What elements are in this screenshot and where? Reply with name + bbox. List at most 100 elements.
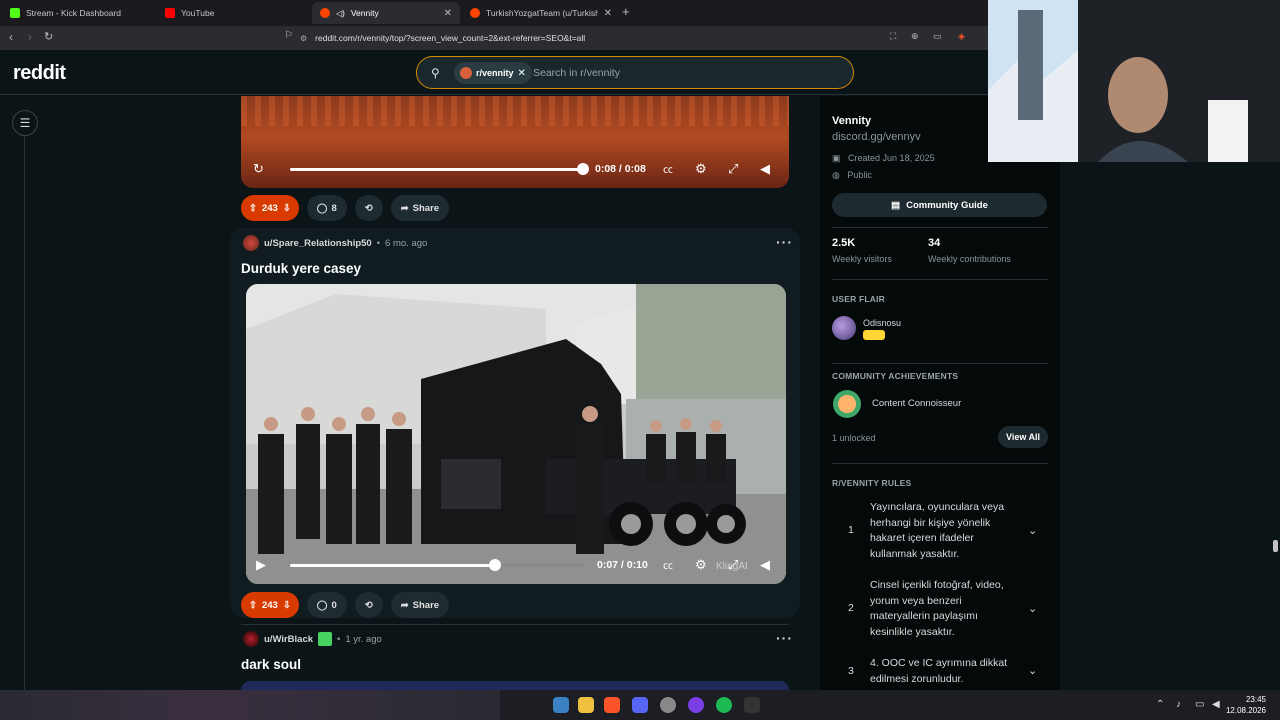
post-title[interactable]: Durduk yere casey [241,261,361,276]
cast-icon[interactable]: ▭ [933,31,942,42]
tab-kick[interactable]: Stream - Kick Dashboard [2,2,157,24]
webcam-overlay [988,0,1280,162]
weekly-contributions-value: 34 [928,237,941,249]
chevron-down-icon[interactable]: ⌄ [1028,602,1037,615]
search-bar[interactable]: ⚲ r/vennity ✕ Search in r/vennity [416,56,854,89]
app-icon[interactable] [688,697,704,713]
user-flair-heading: USER FLAIR [832,294,885,304]
user-avatar[interactable] [243,631,259,647]
close-tab-icon[interactable]: ✕ [444,8,452,19]
menu-icon[interactable]: ☰ [12,110,38,136]
achievements-heading: COMMUNITY ACHIEVEMENTS [832,371,959,381]
volume-icon[interactable]: ◀ [760,557,770,573]
more-options-icon[interactable]: ··· [776,234,793,250]
community-sidebar: Vennity discord.gg/vennyv ▣ Created Jun … [820,96,1060,690]
chevron-down-icon[interactable]: ⌄ [1028,664,1037,677]
progress-knob[interactable] [489,559,502,571]
progress-fill [290,564,496,567]
video-frame [246,284,786,584]
close-tab-icon[interactable]: ✕ [604,8,612,19]
progress-knob[interactable] [577,163,589,175]
captions-icon[interactable]: ㏄ [663,557,673,572]
system-clock[interactable]: 23:45 12.08.2026 [1226,694,1266,716]
share-button[interactable]: ➦ Share [390,592,450,618]
zoom-icon[interactable]: ⊕ [911,31,919,42]
captions-icon[interactable]: ㏄ [663,161,673,176]
new-tab-icon[interactable]: + [622,4,630,19]
post-author[interactable]: u/WirBlack [264,634,313,645]
brave-icon[interactable] [604,697,620,713]
spotify-icon[interactable] [716,697,732,713]
reddit-icon [470,8,480,18]
video-player[interactable]: ↻ 0:08 / 0:08 ㏄ ⚙ ⤢ ◀ [241,96,789,188]
tab-youtube[interactable]: YouTube [157,2,312,24]
user-avatar[interactable] [243,235,259,251]
downvote-icon[interactable]: ⇩ [283,600,291,611]
remove-chip-icon[interactable]: ✕ [518,68,526,79]
settings-icon[interactable]: ⚙ [695,161,707,177]
replay-icon[interactable]: ↻ [253,161,264,177]
share-button[interactable]: ➦ Share [390,195,450,221]
reload-icon[interactable]: ↻ [44,30,53,43]
progress-fill [290,168,583,171]
bookmark-icon[interactable]: ⚐ [284,30,293,41]
post-author[interactable]: u/Spare_Relationship50 [264,238,372,249]
reddit-logo[interactable]: reddit [13,62,66,85]
webcam-frame [988,0,1280,162]
search-input[interactable]: Search in r/vennity [533,67,620,79]
user-flair-badge [318,632,333,646]
video-time: 0:07 / 0:10 [597,559,648,571]
address-bar[interactable]: ⚙ reddit.com/r/vennity/top/?screen_view_… [300,28,980,48]
discord-icon[interactable] [632,697,648,713]
back-icon[interactable]: ‹ [9,30,13,44]
post-meta: u/WirBlack • 1 yr. ago [243,631,382,647]
file-explorer-icon[interactable] [578,697,594,713]
network-icon[interactable]: ▭ [1195,699,1204,710]
post-media[interactable] [241,681,789,690]
chevron-down-icon[interactable]: ⌄ [1028,524,1037,537]
app-icon[interactable] [553,697,569,713]
tab-turkishyozgat[interactable]: TurkishYozgatTeam (u/TurkishYozgat ✕ [462,2,620,24]
forward-icon[interactable]: › [28,30,32,44]
scrollbar-thumb[interactable] [1273,540,1278,552]
crosspost-button[interactable]: ⟲ [354,195,383,221]
post-actions: ⇧ 243 ⇩ ◯ 0 ⟲ ➦ Share [241,592,450,618]
fullscreen-icon[interactable]: ⤢ [728,161,738,177]
tab-vennity[interactable]: ◁) Vennity ✕ [312,2,460,24]
comments-button[interactable]: ◯ 8 [306,195,347,221]
downvote-icon[interactable]: ⇩ [283,203,291,214]
volume-icon[interactable]: ◀ [760,161,770,177]
brave-shield-icon[interactable]: ◈ [958,31,965,42]
page-scrollbar[interactable] [1270,96,1280,690]
microphone-icon[interactable]: ♪ [1176,699,1181,710]
audio-icon: ◁) [336,8,345,18]
post-meta: u/Spare_Relationship50 • 6 mo. ago [243,235,427,251]
settings-icon[interactable]: ⚙ [695,557,707,573]
flair-username[interactable]: Odisnosu [863,318,901,328]
view-all-button[interactable]: View All [998,426,1048,448]
community-guide-button[interactable]: ▤ Community Guide [832,193,1047,217]
volume-icon[interactable]: ◀ [1212,699,1220,710]
divider [832,463,1048,464]
app-icon[interactable] [744,697,760,713]
site-info-icon[interactable]: ⚙ [300,34,307,43]
flair-avatar[interactable] [832,316,856,340]
weekly-visitors-value: 2.5K [832,237,856,249]
post-title[interactable]: dark soul [241,657,301,672]
subreddit-avatar [460,67,472,79]
crosspost-button[interactable]: ⟲ [354,592,383,618]
share-icon: ➦ [400,202,409,214]
comment-icon: ◯ [316,202,328,214]
video-player[interactable]: ▶ 0:07 / 0:10 ㏄ ⚙ ⤢ ◀ KlingAI [246,284,786,584]
community-link[interactable]: discord.gg/vennyv [832,131,921,143]
achievements-unlocked: 1 unlocked [832,433,876,443]
chevron-up-icon[interactable]: ⌃ [1156,699,1164,710]
upvote-icon[interactable]: ⇧ [249,203,257,214]
subreddit-search-chip[interactable]: r/vennity ✕ [454,62,532,84]
play-icon[interactable]: ▶ [256,557,266,573]
app-icon[interactable] [660,697,676,713]
upvote-icon[interactable]: ⇧ [249,600,257,611]
translate-icon[interactable]: ⛶ [890,31,896,42]
more-options-icon[interactable]: ··· [776,630,793,646]
comments-button[interactable]: ◯ 0 [306,592,347,618]
